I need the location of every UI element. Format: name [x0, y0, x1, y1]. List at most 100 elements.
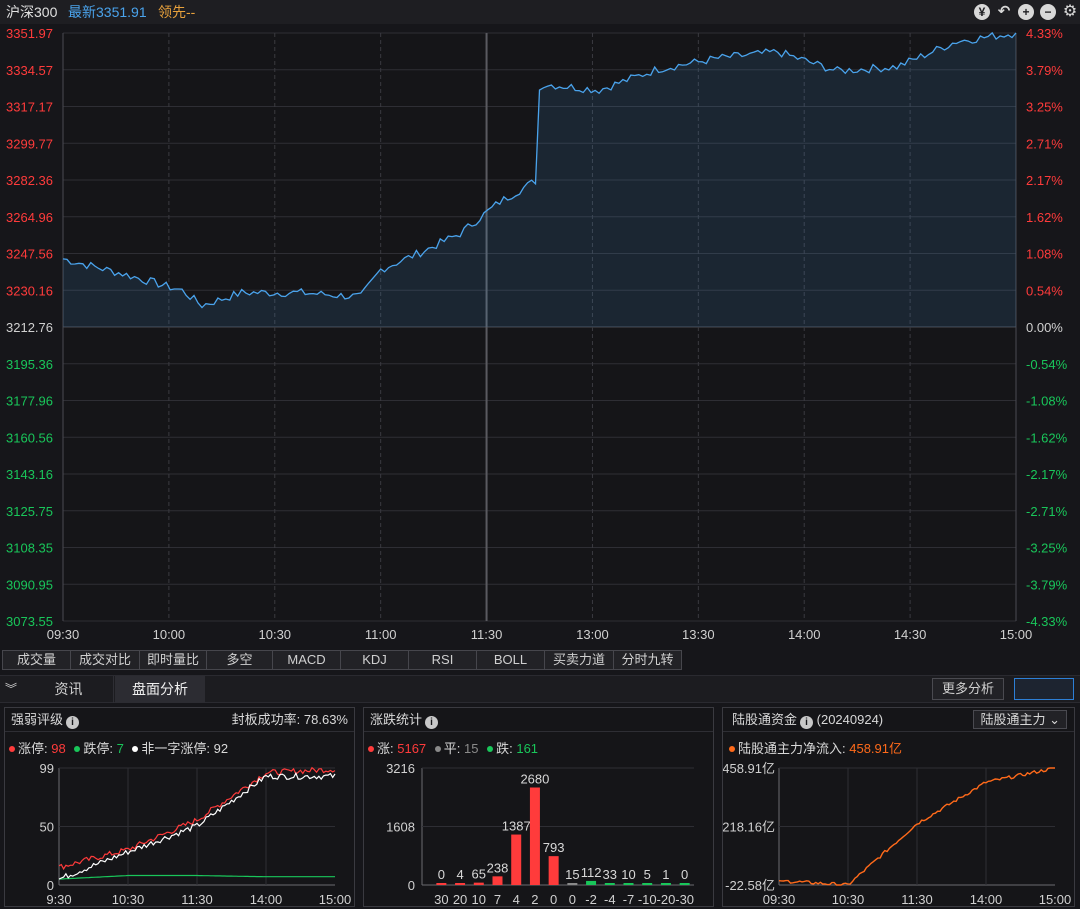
- data-label: 65: [472, 867, 486, 882]
- x-tick: 20: [453, 892, 467, 907]
- bar: [455, 883, 466, 885]
- x-tick: 14:00: [970, 892, 1003, 907]
- y-left-tick: 3299.77: [6, 136, 53, 151]
- y-left-tick: 3125.75: [6, 504, 53, 519]
- bar: [436, 883, 447, 885]
- northbound-title: 陆股通资金: [732, 712, 798, 727]
- tab-kdj[interactable]: KDJ: [340, 650, 409, 670]
- y-right-tick: 2.71%: [1026, 136, 1063, 151]
- data-label: 33: [603, 867, 617, 882]
- updown-title: 涨跌统计: [370, 712, 423, 727]
- y-right-tick: 2.17%: [1026, 173, 1063, 188]
- x-tick: 09:30: [763, 892, 796, 907]
- undo-icon[interactable]: ↶: [996, 4, 1012, 20]
- down-count: 161: [516, 741, 539, 756]
- y-left-tick: 3230.16: [6, 283, 53, 298]
- x-tick: 11:30: [471, 627, 503, 642]
- gear-icon[interactable]: ⚙: [1062, 4, 1078, 20]
- data-label: 5: [644, 867, 651, 882]
- y-right-tick: 1.08%: [1026, 247, 1063, 262]
- x-tick: 13:00: [576, 627, 609, 642]
- x-tick: 15:00: [1000, 627, 1033, 642]
- flow-dot: [729, 746, 735, 752]
- northbound-select[interactable]: 陆股通主力 ⌄: [973, 710, 1067, 729]
- x-tick: 15:00: [319, 892, 352, 907]
- intraday-chart[interactable]: 3351.97 4.33% 3334.57 3.79% 3317.17 3.25% 3299…: [0, 24, 1080, 650]
- bar: [567, 883, 578, 885]
- x-tick: 09:30: [47, 627, 80, 642]
- latest-price: 最新3351.91: [68, 4, 147, 20]
- y-tick: 218.16亿: [723, 820, 775, 835]
- y-tick: 99: [40, 761, 54, 776]
- y-left-tick: 3143.16: [6, 467, 53, 482]
- x-tick: -20: [657, 892, 676, 907]
- x-tick: -7: [623, 892, 635, 907]
- tab-nine-turn[interactable]: 分时九转: [613, 650, 682, 670]
- x-tick: 10:30: [259, 627, 292, 642]
- more-analysis-button[interactable]: 更多分析: [932, 678, 1004, 700]
- y-left-tick: 3195.36: [6, 357, 53, 372]
- tab-market-analysis[interactable]: 盘面分析: [115, 676, 205, 703]
- collapse-icon[interactable]: ︾: [2, 676, 20, 703]
- chevron-down-icon: ⌄: [1049, 712, 1060, 727]
- info-icon[interactable]: i: [425, 716, 439, 729]
- info-icon[interactable]: i: [66, 716, 80, 729]
- x-tick: 11:30: [901, 892, 933, 907]
- chart-header: 沪深300 最新3351.91 领先-- ¥ ↶ + − ⚙: [0, 0, 1080, 24]
- seal-rate: 封板成功率: 78.63%: [231, 712, 348, 727]
- x-tick: 11:00: [365, 627, 397, 642]
- northbound-select-value: 陆股通主力: [980, 712, 1046, 727]
- y-right-tick: 4.33%: [1026, 26, 1063, 41]
- data-label: 1387: [502, 819, 531, 834]
- yuan-icon[interactable]: ¥: [974, 4, 990, 20]
- updown-legend: 涨: 5167 平: 15 跌: 161: [368, 738, 538, 757]
- flow-label: 陆股通主力净流入:: [738, 741, 850, 756]
- x-tick: 4: [513, 892, 520, 907]
- x-tick: 13:30: [682, 627, 715, 642]
- zoom-in-icon[interactable]: +: [1018, 4, 1034, 20]
- y-left-tick: 3317.17: [6, 100, 53, 115]
- y-tick: 3216: [386, 761, 415, 776]
- x-tick: 10: [472, 892, 486, 907]
- x-tick: 7: [494, 892, 501, 907]
- tab-buy-sell-force[interactable]: 买卖力道: [544, 650, 614, 670]
- bar: [642, 883, 653, 885]
- tab-boll[interactable]: BOLL: [476, 650, 545, 670]
- x-tick: 10:30: [832, 892, 865, 907]
- bar: [529, 787, 540, 885]
- y-right-tick: -1.08%: [1026, 394, 1068, 409]
- tab-volume-compare[interactable]: 成交对比: [70, 650, 140, 670]
- northbound-date: (20240924): [816, 712, 884, 727]
- x-tick: -30: [675, 892, 694, 907]
- y-tick: 0: [47, 878, 54, 893]
- bar: [548, 856, 559, 885]
- tab-rsi[interactable]: RSI: [408, 650, 477, 670]
- blurred-button[interactable]: [1014, 678, 1074, 700]
- non-one-count: 92: [213, 741, 229, 756]
- limit-up-count: 98: [51, 741, 66, 756]
- strength-chart[interactable]: 99 50 09:30 10:30 11:30 14:00 15:00: [5, 758, 354, 908]
- bar: [473, 882, 484, 885]
- tab-macd[interactable]: MACD: [272, 650, 341, 670]
- updown-panel: 涨跌统计 i 涨: 5167 平: 15 跌: 161 3216 1608 0 0 30 4…: [363, 707, 714, 907]
- northbound-chart[interactable]: 458.91亿 218.16亿 -22.58亿09:30 10:30 11:30 14:0…: [723, 758, 1074, 908]
- zoom-out-icon[interactable]: −: [1040, 4, 1056, 20]
- updown-chart[interactable]: 3216160800304206510238713874268027930150…: [364, 758, 713, 908]
- data-label: 4: [456, 867, 463, 882]
- limit-up-dot: [9, 746, 15, 752]
- tab-news[interactable]: 资讯: [24, 676, 114, 703]
- x-tick: 15:00: [1039, 892, 1072, 907]
- flat-dot: [434, 746, 441, 752]
- tab-volume-ratio[interactable]: 即时量比: [139, 650, 207, 670]
- bar: [586, 880, 597, 885]
- up-count: 5167: [397, 741, 427, 756]
- x-tick: 14:00: [250, 892, 283, 907]
- up-dot: [368, 746, 374, 752]
- tab-volume[interactable]: 成交量: [2, 650, 71, 670]
- y-left-tick: 3264.96: [6, 210, 53, 225]
- strength-title: 强弱评级: [11, 712, 64, 727]
- y-left-tick: 3212.76: [6, 320, 53, 335]
- tab-long-short[interactable]: 多空: [206, 650, 273, 670]
- x-tick: 0: [550, 892, 557, 907]
- info-icon[interactable]: i: [800, 716, 814, 729]
